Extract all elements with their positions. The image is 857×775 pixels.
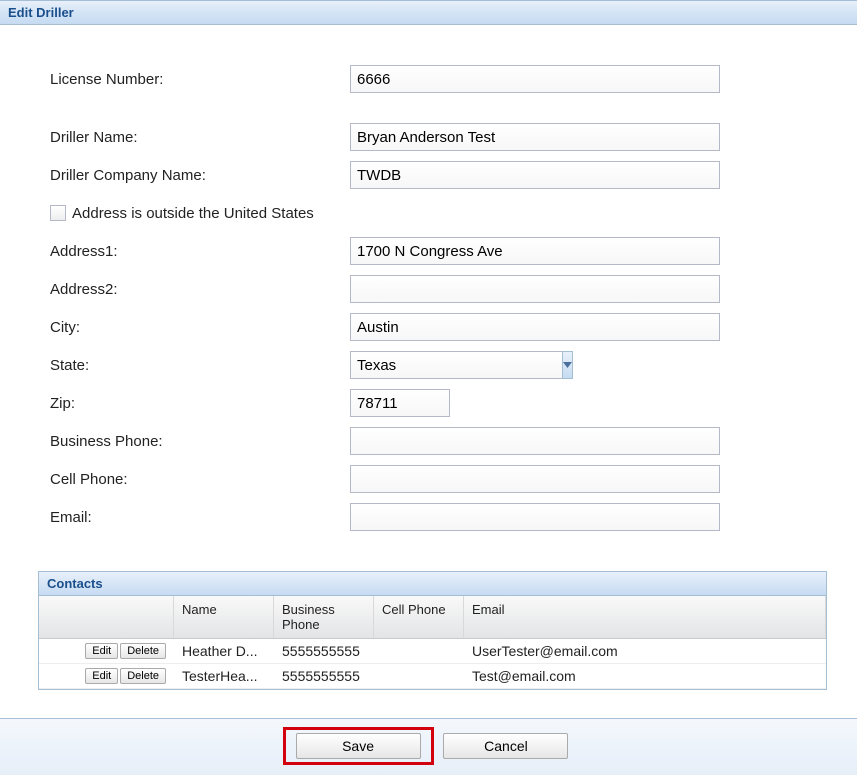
cell-name: TesterHea... <box>174 664 274 688</box>
label-driller-name: Driller Name: <box>50 129 350 146</box>
cell-cphone <box>374 647 464 655</box>
license-input[interactable] <box>350 65 720 93</box>
delete-button[interactable]: Delete <box>120 643 166 659</box>
zip-input[interactable] <box>350 389 450 417</box>
label-state: State: <box>50 357 350 374</box>
cell-email: Test@email.com <box>464 664 826 688</box>
label-company: Driller Company Name: <box>50 167 350 184</box>
business-phone-input[interactable] <box>350 427 720 455</box>
city-input[interactable] <box>350 313 720 341</box>
cell-name: Heather D... <box>174 639 274 663</box>
cell-bphone: 5555555555 <box>274 639 374 663</box>
label-outside-us: Address is outside the United States <box>72 205 314 222</box>
save-button[interactable]: Save <box>296 733 421 759</box>
cell-email: UserTester@email.com <box>464 639 826 663</box>
label-city: City: <box>50 319 350 336</box>
col-name[interactable]: Name <box>174 596 274 638</box>
cell-bphone: 5555555555 <box>274 664 374 688</box>
table-row[interactable]: Edit Delete TesterHea... 5555555555 Test… <box>39 664 826 689</box>
chevron-down-icon <box>563 362 572 368</box>
cell-cphone <box>374 672 464 680</box>
edit-button[interactable]: Edit <box>85 643 118 659</box>
driller-name-input[interactable] <box>350 123 720 151</box>
label-address2: Address2: <box>50 281 350 298</box>
contacts-panel: Contacts Name Business Phone Cell Phone … <box>38 571 827 690</box>
col-cphone[interactable]: Cell Phone <box>374 596 464 638</box>
label-cphone: Cell Phone: <box>50 471 350 488</box>
table-row[interactable]: Edit Delete Heather D... 5555555555 User… <box>39 639 826 664</box>
edit-button[interactable]: Edit <box>85 668 118 684</box>
save-highlight: Save <box>283 727 434 765</box>
address2-input[interactable] <box>350 275 720 303</box>
delete-button[interactable]: Delete <box>120 668 166 684</box>
state-select[interactable] <box>350 351 562 379</box>
contacts-title: Contacts <box>39 572 826 596</box>
label-zip: Zip: <box>50 395 350 412</box>
dialog-title: Edit Driller <box>0 0 857 25</box>
label-email: Email: <box>50 509 350 526</box>
col-bphone[interactable]: Business Phone <box>274 596 374 638</box>
state-dropdown-trigger[interactable] <box>562 351 573 379</box>
col-email[interactable]: Email <box>464 596 826 638</box>
label-license: License Number: <box>50 71 350 88</box>
cell-phone-input[interactable] <box>350 465 720 493</box>
label-address1: Address1: <box>50 243 350 260</box>
email-input[interactable] <box>350 503 720 531</box>
cancel-button[interactable]: Cancel <box>443 733 568 759</box>
address1-input[interactable] <box>350 237 720 265</box>
form-body: License Number: Driller Name: Driller Co… <box>0 25 857 561</box>
contacts-grid-header: Name Business Phone Cell Phone Email <box>39 596 826 639</box>
label-bphone: Business Phone: <box>50 433 350 450</box>
company-input[interactable] <box>350 161 720 189</box>
dialog-footer: Save Cancel <box>0 718 857 775</box>
outside-us-checkbox[interactable] <box>50 205 66 221</box>
